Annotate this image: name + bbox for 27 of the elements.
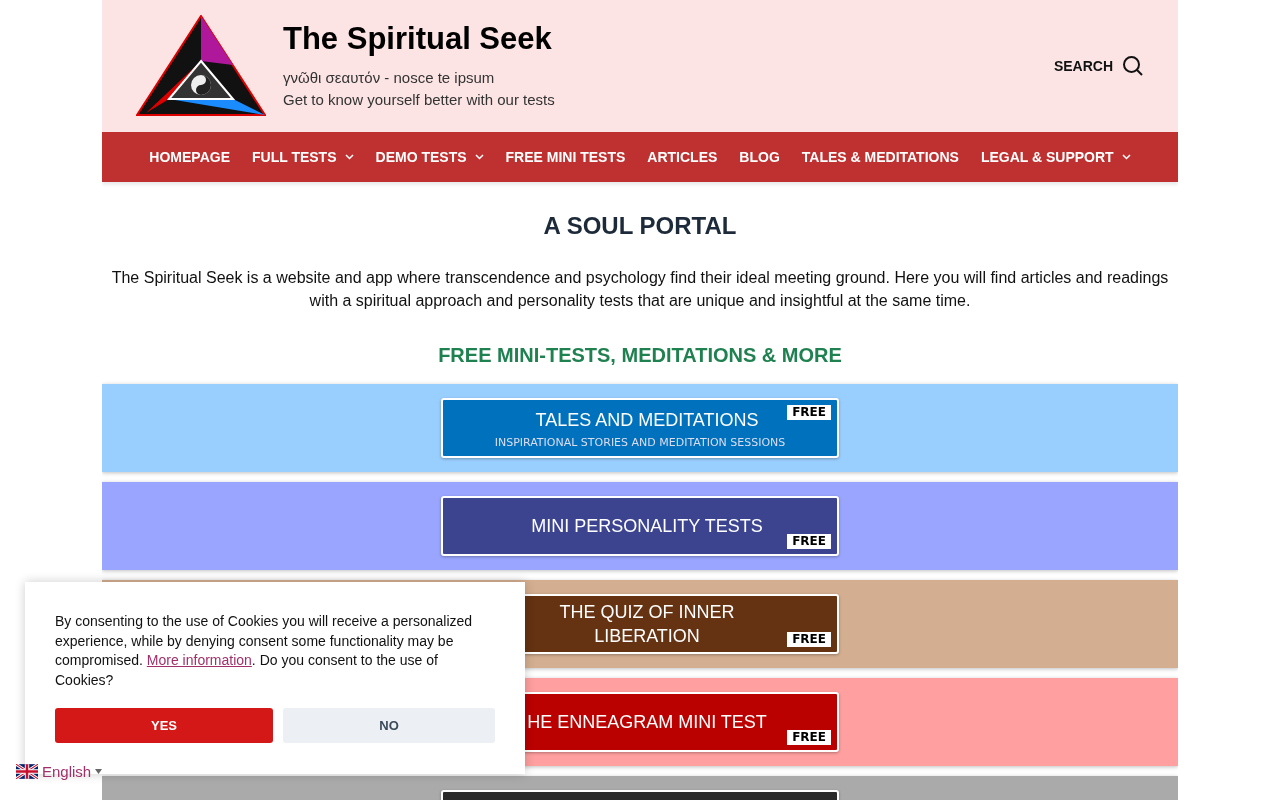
nav-link[interactable]: BLOG: [728, 149, 791, 165]
banner-link[interactable]: MINI PERSONALITY TESTS FREE: [441, 496, 839, 556]
dropdown-arrow-icon: [95, 769, 103, 774]
banner-link[interactable]: TALES AND MEDITATIONS INSPIRATIONAL STORIES AND MEDITATION SESSIONS FREE: [441, 398, 839, 458]
nav-link[interactable]: DEMO TESTS: [364, 149, 495, 165]
search-icon: [1122, 55, 1144, 77]
intro-paragraph: The Spiritual Seek is a website and app where transcendence and psychology find their ideal meeting ground. Here you will find articles and readings with a spiritual approach and personality tests that are unique and insightful at the same time.: [110, 268, 1170, 311]
nav-link[interactable]: FULL TESTS: [241, 149, 365, 165]
language-selector[interactable]: English: [16, 763, 103, 780]
decline-button[interactable]: NO: [283, 708, 495, 743]
free-badge: FREE: [787, 534, 831, 549]
page-heading: A SOUL PORTAL: [542, 212, 738, 240]
nav-link[interactable]: HOMEPAGE: [138, 149, 241, 165]
site-motto: γνῶθι σεαυτόν - nosce te ipsum: [283, 68, 496, 88]
site-tagline: Get to know yourself better with our tests: [283, 90, 556, 110]
search-button[interactable]: SEARCH: [1053, 55, 1144, 77]
nav-link[interactable]: FREE MINI TESTS: [494, 149, 637, 165]
free-badge: FREE: [787, 405, 831, 420]
section-heading: FREE MINI-TESTS, MEDITATIONS & MORE: [437, 344, 843, 367]
free-badge: FREE: [787, 632, 831, 647]
nav-link[interactable]: ARTICLES: [636, 149, 729, 165]
more-information-link[interactable]: More information: [146, 652, 252, 668]
free-badge: FREE: [787, 730, 831, 745]
nav-link[interactable]: LEGAL & SUPPORT: [969, 149, 1142, 165]
site-title: The Spiritual Seek: [283, 21, 553, 57]
accept-button[interactable]: YES: [55, 708, 273, 743]
nav-link[interactable]: TALES & MEDITATIONS: [790, 149, 970, 165]
